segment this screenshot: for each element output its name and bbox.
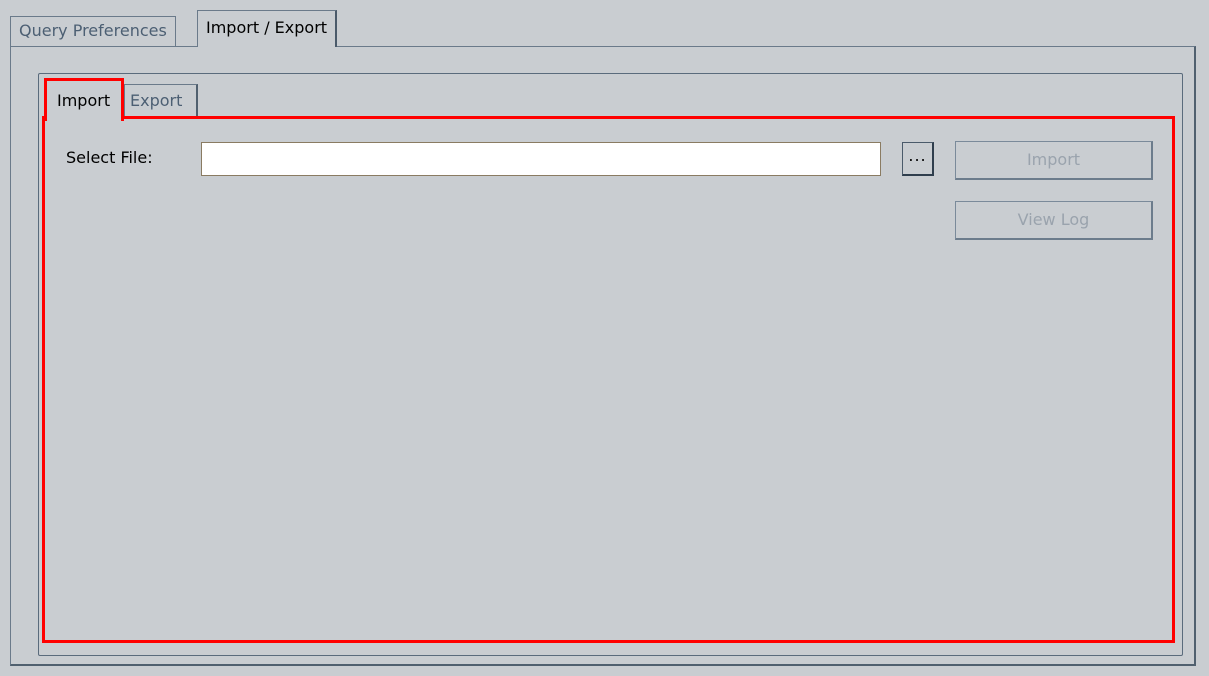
tab-import-label: Import <box>57 91 111 110</box>
tab-query-preferences[interactable]: Query Preferences <box>10 16 176 46</box>
import-export-window: Query Preferences Import / Export Import… <box>0 0 1209 676</box>
tab-import-export[interactable]: Import / Export <box>197 10 338 47</box>
view-log-button-label: View Log <box>1017 210 1090 229</box>
select-file-label: Select File: <box>66 148 153 167</box>
browse-button-label: ... <box>908 146 927 165</box>
tab-export[interactable]: Export <box>124 84 198 117</box>
import-tab-panel <box>42 116 1175 643</box>
tab-query-preferences-label: Query Preferences <box>19 21 167 40</box>
tab-import[interactable]: Import <box>44 78 124 121</box>
tab-export-label: Export <box>130 91 183 110</box>
view-log-button[interactable]: View Log <box>955 201 1153 240</box>
tab-import-export-label: Import / Export <box>206 18 328 37</box>
import-button[interactable]: Import <box>955 141 1153 180</box>
import-button-label: Import <box>1026 150 1081 169</box>
browse-button[interactable]: ... <box>902 142 934 176</box>
select-file-input[interactable] <box>201 142 881 176</box>
